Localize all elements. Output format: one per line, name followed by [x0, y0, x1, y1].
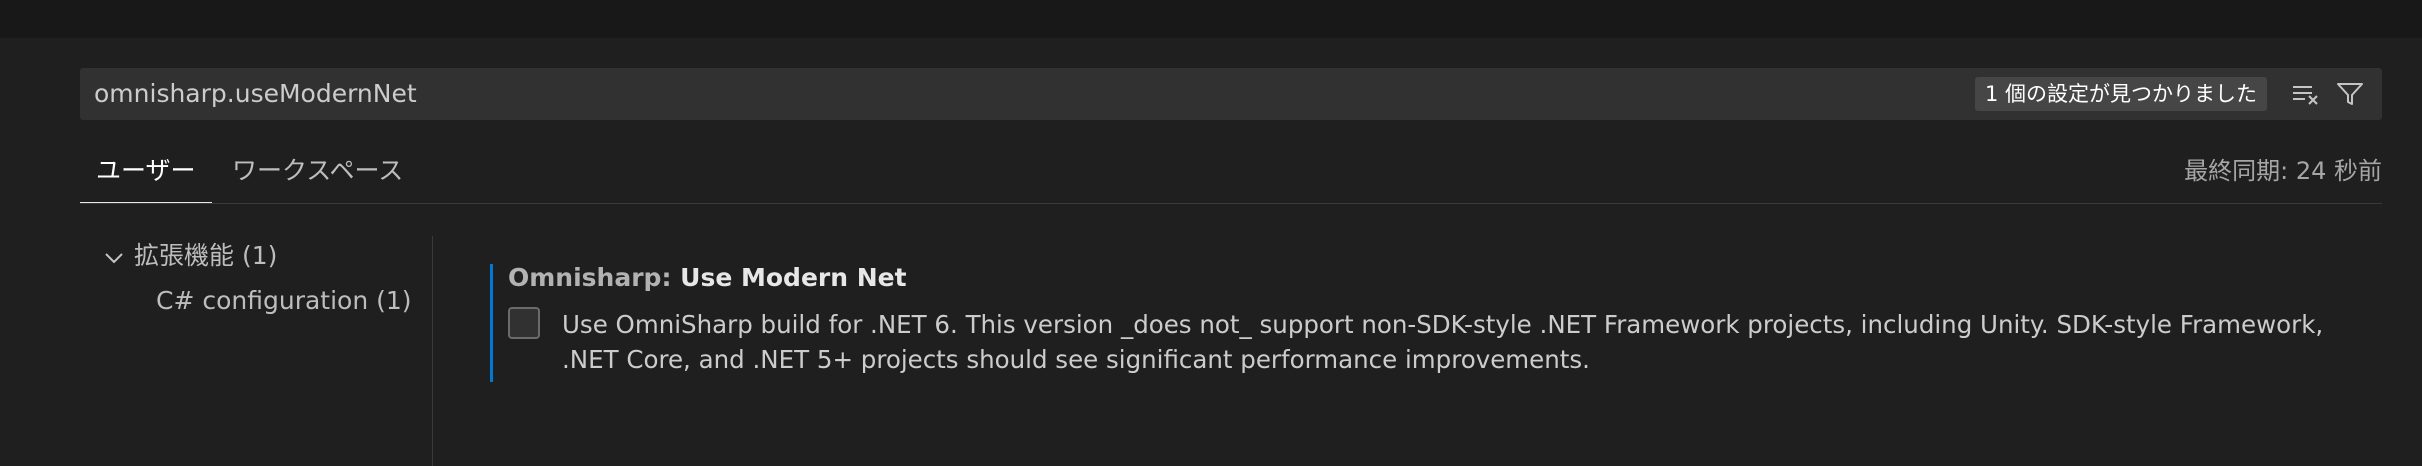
use-modern-net-checkbox[interactable]	[508, 307, 540, 339]
search-query-text[interactable]: omnisharp.useModernNet	[94, 68, 417, 120]
toc-divider[interactable]	[432, 236, 433, 466]
search-result-count-badge: 1 個の設定が見つかりました	[1974, 77, 2267, 111]
editor-tab-strip	[0, 0, 2422, 38]
setting-name: Use Modern Net	[680, 263, 907, 292]
toc-item-csharp-configuration[interactable]: C# configuration (1)	[156, 283, 412, 319]
setting-description: Use OmniSharp build for .NET 6. This ver…	[562, 310, 2324, 374]
filter-icon[interactable]	[2334, 78, 2366, 110]
settings-search-input[interactable]: omnisharp.useModernNet 1 個の設定が見つかりました	[80, 68, 2382, 120]
setting-title: Omnisharp: Use Modern Net	[508, 261, 907, 295]
chevron-down-icon	[104, 239, 134, 275]
clear-filter-icon[interactable]	[2290, 78, 2322, 110]
last-sync-status: 最終同期: 24 秒前	[2184, 157, 2382, 185]
tab-user[interactable]: ユーザー	[80, 148, 212, 204]
tab-workspace[interactable]: ワークスペース	[216, 148, 419, 204]
tabs-divider	[80, 203, 2382, 204]
toc-group-label: 拡張機能 (1)	[134, 241, 278, 270]
setting-category: Omnisharp:	[508, 263, 681, 292]
toc-group-extensions[interactable]: 拡張機能 (1)	[104, 238, 277, 274]
setting-focus-indicator	[490, 264, 493, 382]
